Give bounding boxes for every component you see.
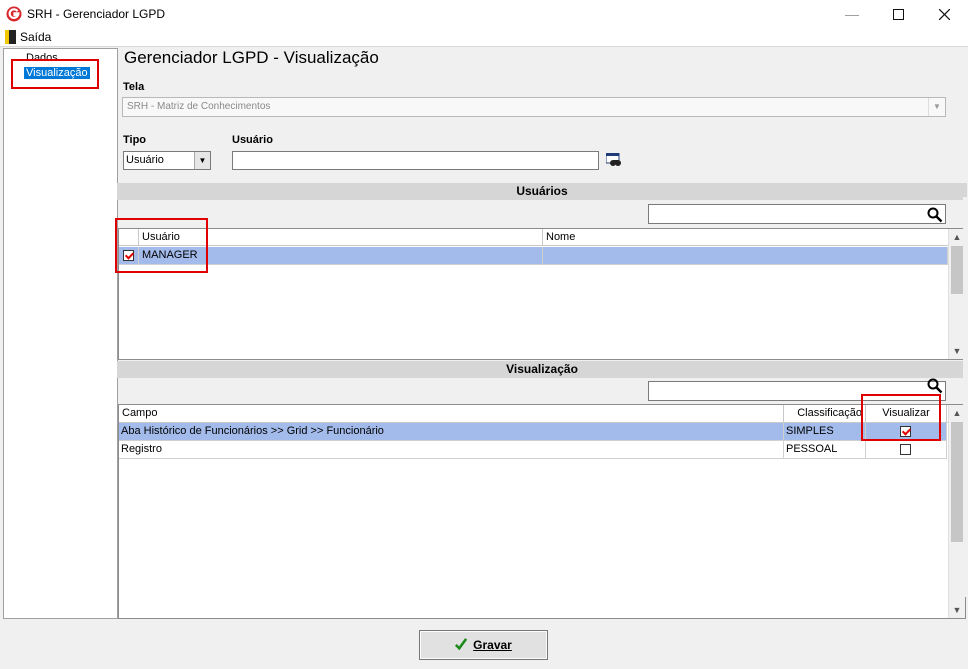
column-header-visualizar[interactable]: Visualizar (866, 405, 947, 422)
visualization-section-header: Visualização (117, 361, 967, 378)
visualizar-checkbox[interactable] (900, 444, 911, 455)
tela-label: Tela (123, 81, 145, 93)
maximize-button[interactable] (875, 0, 921, 30)
users-section-header: Usuários (117, 183, 967, 200)
usuario-cell: MANAGER (139, 247, 543, 265)
row-checkbox[interactable] (123, 250, 134, 261)
column-header-classificacao[interactable]: Classificação (784, 405, 866, 422)
table-row[interactable]: Registro PESSOAL (119, 441, 947, 459)
tipo-select[interactable]: Usuário ▼ (123, 151, 211, 170)
srh-logo-icon (6, 6, 22, 22)
chevron-down-icon: ▼ (928, 98, 945, 116)
visualization-search-input[interactable] (648, 378, 946, 401)
maximize-icon (892, 9, 904, 20)
tipo-label: Tipo (123, 134, 147, 146)
column-header-nome[interactable]: Nome (543, 229, 949, 246)
close-icon (938, 8, 950, 21)
nome-cell (543, 247, 948, 265)
users-search-input[interactable] (648, 204, 946, 224)
visualizar-cell (866, 441, 947, 459)
save-button-label: Gravar (473, 638, 512, 652)
usuario-label: Usuário (232, 134, 273, 146)
campo-cell: Registro (119, 441, 784, 459)
users-grid-header: Usuário Nome (119, 229, 949, 246)
tree-item-visualizacao[interactable]: Visualização (24, 67, 90, 79)
search-icon[interactable] (927, 207, 943, 223)
scroll-down-icon[interactable]: ▼ (949, 602, 965, 618)
tela-select[interactable]: SRH - Matriz de Conhecimentos ▼ (122, 97, 946, 117)
visualization-grid: Campo Classificação Visualizar Aba Histó… (118, 404, 966, 619)
scroll-thumb[interactable] (951, 246, 963, 294)
lookup-binoculars-icon[interactable] (606, 153, 622, 168)
users-grid: Usuário Nome MANAGER ▲ ▼ (118, 228, 966, 360)
table-row[interactable]: Aba Histórico de Funcionários >> Grid >>… (119, 423, 947, 441)
window-edge (963, 197, 968, 597)
exit-door-icon (5, 30, 16, 44)
menu-bar: Saída (0, 29, 968, 46)
minimize-button[interactable]: — (829, 0, 875, 30)
visualizar-checkbox[interactable] (900, 426, 911, 437)
checkbox-column-header (119, 229, 139, 246)
client-area: Dados Visualização Gerenciador LGPD - Vi… (0, 46, 968, 669)
save-button[interactable]: Gravar (419, 630, 548, 660)
title-bar: SRH - Gerenciador LGPD — (0, 0, 968, 30)
tipo-value: Usuário (126, 154, 164, 166)
classificacao-cell: PESSOAL (784, 441, 866, 459)
tree-item-dados[interactable]: Dados (24, 52, 60, 64)
visualizar-cell (866, 423, 947, 441)
page-title: Gerenciador LGPD - Visualização (124, 48, 379, 67)
column-header-usuario[interactable]: Usuário (139, 229, 543, 246)
scroll-thumb[interactable] (951, 422, 963, 542)
table-row[interactable]: MANAGER (119, 247, 948, 265)
window-title: SRH - Gerenciador LGPD (27, 7, 166, 21)
usuario-input[interactable] (232, 151, 599, 170)
search-icon[interactable] (927, 378, 943, 394)
campo-cell: Aba Histórico de Funcionários >> Grid >>… (119, 423, 784, 441)
row-checkbox-cell (119, 247, 139, 265)
navigation-tree: Dados Visualização (3, 48, 118, 619)
tela-value: SRH - Matriz de Conhecimentos (127, 101, 271, 112)
chevron-down-icon: ▼ (194, 152, 210, 169)
column-header-campo[interactable]: Campo (119, 405, 784, 422)
check-icon (455, 638, 468, 651)
classificacao-cell: SIMPLES (784, 423, 866, 441)
close-button[interactable] (921, 0, 967, 30)
exit-label: Saída (20, 30, 52, 44)
visualization-grid-header: Campo Classificação Visualizar (119, 405, 949, 423)
